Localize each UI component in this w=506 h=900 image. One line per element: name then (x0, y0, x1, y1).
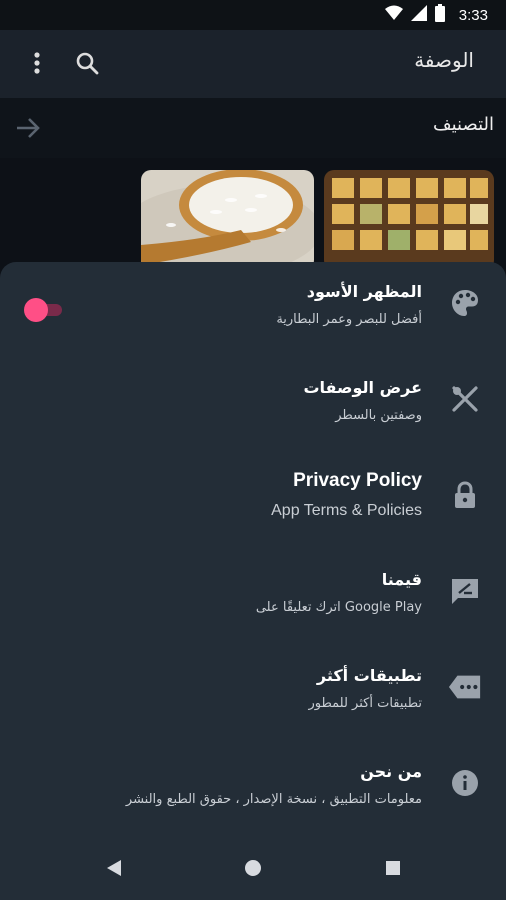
setting-recipes-view[interactable]: عرض الوصفات وصفتين بالسطر (0, 358, 506, 454)
setting-more-apps[interactable]: تطبيقات أكثر تطبيقات أكثر للمطور (0, 646, 506, 742)
home-circle-icon (244, 859, 262, 881)
category-section-header: التصنيف (0, 98, 506, 158)
setting-title: المظهر الأسود (306, 282, 422, 301)
info-icon (448, 766, 482, 800)
status-icons: 3:33 (384, 4, 488, 26)
rate-review-icon (448, 574, 482, 608)
setting-subtitle: اترك تعليقًا على Google Play (255, 600, 422, 615)
palette-icon (448, 286, 482, 320)
search-button[interactable] (70, 48, 104, 82)
battery-icon (434, 4, 445, 26)
category-thumbnail-pasta[interactable] (324, 170, 494, 270)
dark-mode-toggle[interactable] (24, 298, 64, 322)
nav-back-button[interactable] (102, 858, 126, 882)
nav-recents-button[interactable] (381, 858, 405, 882)
setting-subtitle: أفضل للبصر وعمر البطارية (276, 312, 422, 327)
setting-privacy-policy[interactable]: Privacy Policy App Terms & Policies (0, 454, 506, 550)
setting-title: من نحن (360, 762, 422, 781)
section-title: التصنيف (432, 114, 494, 135)
status-time: 3:33 (458, 6, 488, 24)
app-toolbar: الوصفة (0, 30, 506, 98)
more-vert-icon (34, 52, 40, 78)
setting-about-us[interactable]: من نحن معلومات التطبيق ، نسخة الإصدار ، … (0, 742, 506, 838)
search-icon (75, 51, 99, 79)
setting-rate-us[interactable]: قيمنا اترك تعليقًا على Google Play (0, 550, 506, 646)
lock-icon (448, 478, 482, 512)
nav-home-button[interactable] (241, 858, 265, 882)
category-thumbnail-rice[interactable] (141, 170, 314, 270)
setting-title: تطبيقات أكثر (316, 666, 422, 685)
setting-title: Privacy Policy (293, 470, 422, 491)
back-triangle-icon (105, 859, 123, 881)
system-nav-bar (0, 840, 506, 900)
toolbar-title: الوصفة (414, 48, 474, 72)
setting-title: قيمنا (381, 570, 422, 589)
setting-dark-mode[interactable]: المظهر الأسود أفضل للبصر وعمر البطارية (0, 262, 506, 358)
more-apps-icon (448, 670, 482, 704)
wifi-icon (384, 5, 403, 25)
recents-square-icon (385, 860, 401, 880)
setting-subtitle: App Terms & Policies (271, 502, 422, 519)
setting-title: عرض الوصفات (303, 378, 422, 397)
setting-subtitle: تطبيقات أكثر للمطور (308, 696, 422, 711)
overflow-menu-button[interactable] (22, 50, 52, 80)
settings-sheet: المظهر الأسود أفضل للبصر وعمر البطارية ع… (0, 262, 506, 840)
setting-subtitle: وصفتين بالسطر (335, 408, 422, 423)
signal-icon (410, 5, 427, 25)
status-bar: 3:33 (0, 0, 506, 30)
setting-subtitle: معلومات التطبيق ، نسخة الإصدار ، حقوق ال… (125, 792, 422, 807)
toggle-knob (24, 298, 48, 322)
arrow-forward-icon[interactable] (14, 116, 42, 140)
utensils-icon (448, 382, 482, 416)
